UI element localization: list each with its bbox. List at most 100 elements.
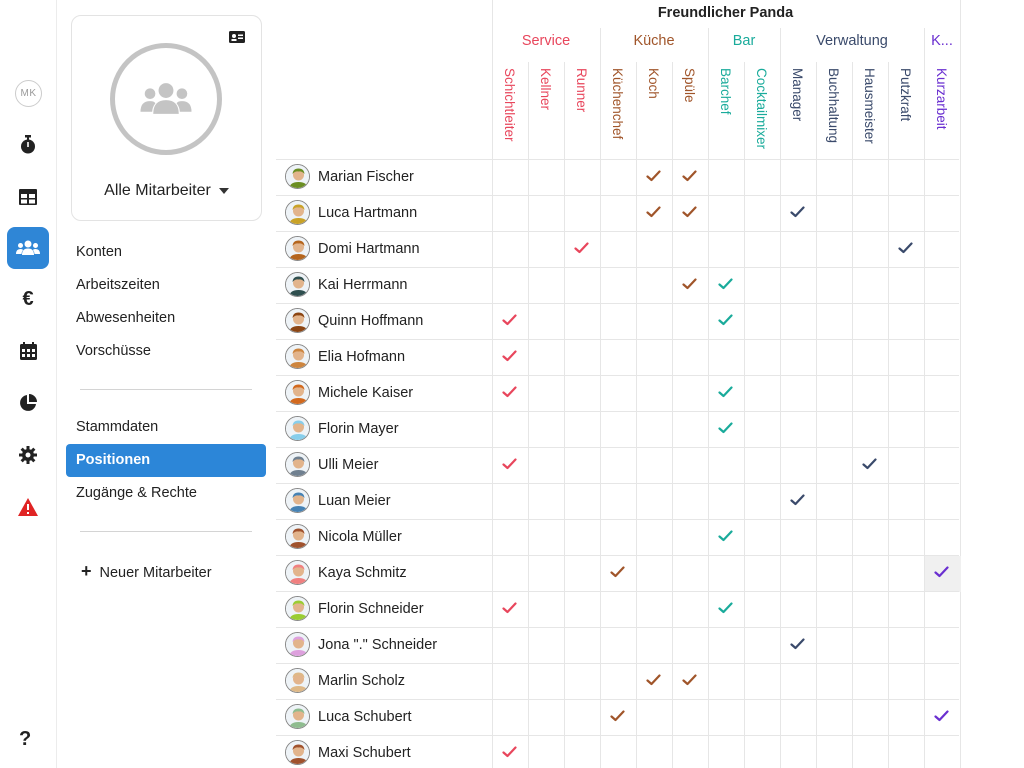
employee-row[interactable]: Luca Hartmann [276,195,492,231]
employee-row[interactable]: Maxi Schubert [276,735,492,768]
checkmark-icon[interactable] [708,375,744,411]
menu-abwesenheiten[interactable]: Abwesenheiten [76,310,175,326]
position-column-header[interactable]: Hausmeister [852,66,888,156]
checkmark-icon[interactable] [492,447,528,483]
euro-icon[interactable]: € [7,278,49,320]
checkmark-icon[interactable] [708,303,744,339]
employee-avatar [285,704,310,729]
employee-avatar [285,308,310,333]
employee-row[interactable]: Luan Meier [276,483,492,519]
employee-row[interactable]: Quinn Hoffmann [276,303,492,339]
checkmark-icon[interactable] [636,663,672,699]
employee-avatar [285,380,310,405]
employee-name: Domi Hartmann [318,241,420,257]
employee-row[interactable]: Marian Fischer [276,159,492,195]
employee-name: Jona "." Schneider [318,637,438,653]
checkmark-icon[interactable] [492,591,528,627]
position-label: Kellner [538,68,553,111]
menu-stammdaten[interactable]: Stammdaten [76,419,158,435]
employee-row[interactable]: Ulli Meier [276,447,492,483]
employee-row[interactable]: Kai Herrmann [276,267,492,303]
users-icon[interactable] [7,227,49,269]
menu-positionen[interactable]: Positionen [66,444,266,477]
checkmark-icon[interactable] [492,303,528,339]
id-card-icon[interactable] [229,30,245,48]
checkmark-icon[interactable] [564,231,600,267]
checkmark-icon[interactable] [672,267,708,303]
table-icon[interactable] [7,176,49,218]
checkmark-icon[interactable] [492,735,528,768]
employee-row[interactable]: Nicola Müller [276,519,492,555]
checkmark-icon[interactable] [672,159,708,195]
employee-row[interactable]: Jona "." Schneider [276,627,492,663]
employee-name: Florin Schneider [318,601,424,617]
menu-vorschuesse[interactable]: Vorschüsse [76,343,151,359]
position-group-title: Bar [732,33,756,49]
employee-row[interactable]: Marlin Scholz [276,663,492,699]
position-column-header[interactable]: Buchhaltung [816,66,852,156]
employee-row[interactable]: Elia Hofmann [276,339,492,375]
group-avatar [110,43,222,155]
position-column-header[interactable]: Putzkraft [888,66,924,156]
menu-arbeitszeiten[interactable]: Arbeitszeiten [76,277,160,293]
position-label: Cocktailmixer [754,68,769,150]
position-column-header[interactable]: Spüle [672,66,708,156]
checkmark-icon[interactable] [708,411,744,447]
divider [80,531,252,532]
checkmark-icon[interactable] [708,267,744,303]
employee-row[interactable]: Luca Schubert [276,699,492,735]
position-group-title: Service [521,33,571,49]
new-employee-button[interactable]: + Neuer Mitarbeiter [81,561,212,582]
checkmark-icon[interactable] [924,555,960,591]
stopwatch-icon[interactable] [7,124,49,166]
checkmark-icon[interactable] [492,375,528,411]
divider [80,389,252,390]
checkmark-icon[interactable] [672,195,708,231]
employee-selector-card: Alle Mitarbeiter [71,15,262,221]
warning-icon[interactable] [7,486,49,528]
checkmark-icon[interactable] [780,195,816,231]
employee-name: Luca Schubert [318,709,412,725]
employee-row[interactable]: Kaya Schmitz [276,555,492,591]
employee-row[interactable]: Florin Mayer [276,411,492,447]
menu-zugaenge-rechte[interactable]: Zugänge & Rechte [76,485,197,501]
calendar-icon[interactable] [7,330,49,372]
employee-row[interactable]: Florin Schneider [276,591,492,627]
employee-avatar [285,416,310,441]
position-column-header[interactable]: Schichtleiter [492,66,528,156]
menu-konten[interactable]: Konten [76,244,122,260]
employee-dropdown-label: Alle Mitarbeiter [104,182,211,199]
position-column-header[interactable]: Manager [780,66,816,156]
checkmark-icon[interactable] [708,519,744,555]
checkmark-icon[interactable] [852,447,888,483]
checkmark-icon[interactable] [780,483,816,519]
checkmark-icon[interactable] [780,627,816,663]
position-column-header[interactable]: Barchef [708,66,744,156]
gear-icon[interactable] [7,434,49,476]
employee-dropdown[interactable]: Alle Mitarbeiter [72,182,261,200]
checkmark-icon[interactable] [636,195,672,231]
position-column-header[interactable]: Koch [636,66,672,156]
grid-column-line [960,0,961,768]
checkmark-icon[interactable] [672,663,708,699]
checkmark-icon[interactable] [924,699,960,735]
position-label: Koch [646,68,661,99]
position-column-header[interactable]: Küchenchef [600,66,636,156]
position-column-header[interactable]: Kellner [528,66,564,156]
checkmark-icon[interactable] [636,159,672,195]
employee-row[interactable]: Michele Kaiser [276,375,492,411]
employee-avatar [285,344,310,369]
position-column-header[interactable]: Runner [564,66,600,156]
checkmark-icon[interactable] [600,555,636,591]
checkmark-icon[interactable] [600,699,636,735]
employee-name: Marian Fischer [318,169,414,185]
user-avatar[interactable]: MK [15,80,42,107]
position-column-header[interactable]: Cocktailmixer [744,66,780,156]
checkmark-icon[interactable] [888,231,924,267]
pie-chart-icon[interactable] [7,382,49,424]
position-column-header[interactable]: Kurzarbeit [924,66,960,156]
help-icon[interactable]: ? [19,728,31,751]
checkmark-icon[interactable] [708,591,744,627]
employee-row[interactable]: Domi Hartmann [276,231,492,267]
checkmark-icon[interactable] [492,339,528,375]
